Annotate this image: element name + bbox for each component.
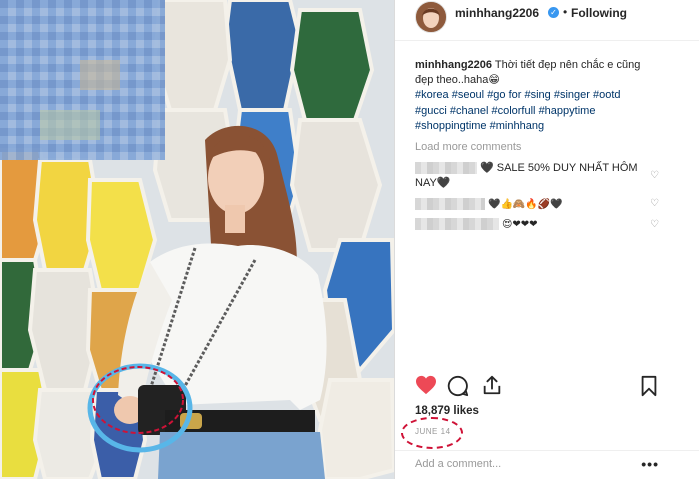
heart-filled-icon[interactable] [415,375,437,400]
avatar-image [416,2,446,32]
comment-item: 😍❤❤❤ [415,217,655,232]
post-username[interactable]: minhhang2206 [455,6,539,20]
avatar[interactable] [415,1,447,33]
post-photo[interactable] [0,0,394,479]
hashtag-link[interactable]: #korea [415,89,449,101]
post-action-bar [395,370,699,406]
caption-username[interactable]: minhhang2206 [415,59,492,71]
share-icon[interactable] [481,374,503,401]
comment-item: 🖤 SALE 50% DUY NHẤT HÔM NAY🖤 [415,161,655,191]
header-separator: • [563,5,568,19]
post-date[interactable]: JUNE 14 [415,427,451,436]
hashtag-link[interactable]: #sing [525,89,551,101]
post-details-panel: minhhang2206 ✓ • Following minhhang2206 … [395,0,699,479]
hashtag-link[interactable]: #seoul [452,89,484,101]
hashtag-link[interactable]: #gucci [415,105,447,117]
comment-item: 🖤👍🙈🔥🏈🖤 [415,197,655,212]
comment-like-heart-icon[interactable]: ♡ [650,170,659,181]
post-header: minhhang2206 ✓ • Following [395,0,699,41]
comment-like-heart-icon[interactable]: ♡ [650,198,659,209]
hashtag-link[interactable]: #go for [487,89,521,101]
blurred-commenter-name [415,218,499,231]
hashtag-link[interactable]: #shoppingtime [415,120,487,132]
verified-badge-icon: ✓ [548,7,559,18]
hashtag-list: #korea #seoul #go for #sing #singer #oot… [415,88,655,135]
comment-text: 🖤👍🙈🔥🏈🖤 [488,199,563,210]
hashtag-link[interactable]: #singer [554,89,590,101]
like-count[interactable]: 18,879 likes [415,405,479,417]
post-photo-image [0,0,394,479]
hashtag-link[interactable]: #happytime [539,105,596,117]
hashtag-link[interactable]: #colorfull [491,105,535,117]
post-caption: minhhang2206 Thời tiết đẹp nên chắc e cũ… [415,58,655,88]
bookmark-icon[interactable] [639,375,659,402]
comment-text: 😍❤❤❤ [502,219,538,230]
blurred-commenter-name [415,162,477,175]
comment-bubble-icon[interactable] [447,375,469,402]
comment-like-heart-icon[interactable]: ♡ [650,219,659,230]
following-button[interactable]: Following [571,6,627,20]
hashtag-link[interactable]: #chanel [450,105,489,117]
hashtag-link[interactable]: #minhhang [490,120,544,132]
load-more-comments-link[interactable]: Load more comments [415,141,521,153]
add-comment-bar: ••• [395,450,699,480]
blurred-commenter-name [415,198,485,211]
hashtag-link[interactable]: #ootd [593,89,621,101]
add-comment-input[interactable] [413,457,617,471]
more-options-icon[interactable]: ••• [641,456,659,472]
